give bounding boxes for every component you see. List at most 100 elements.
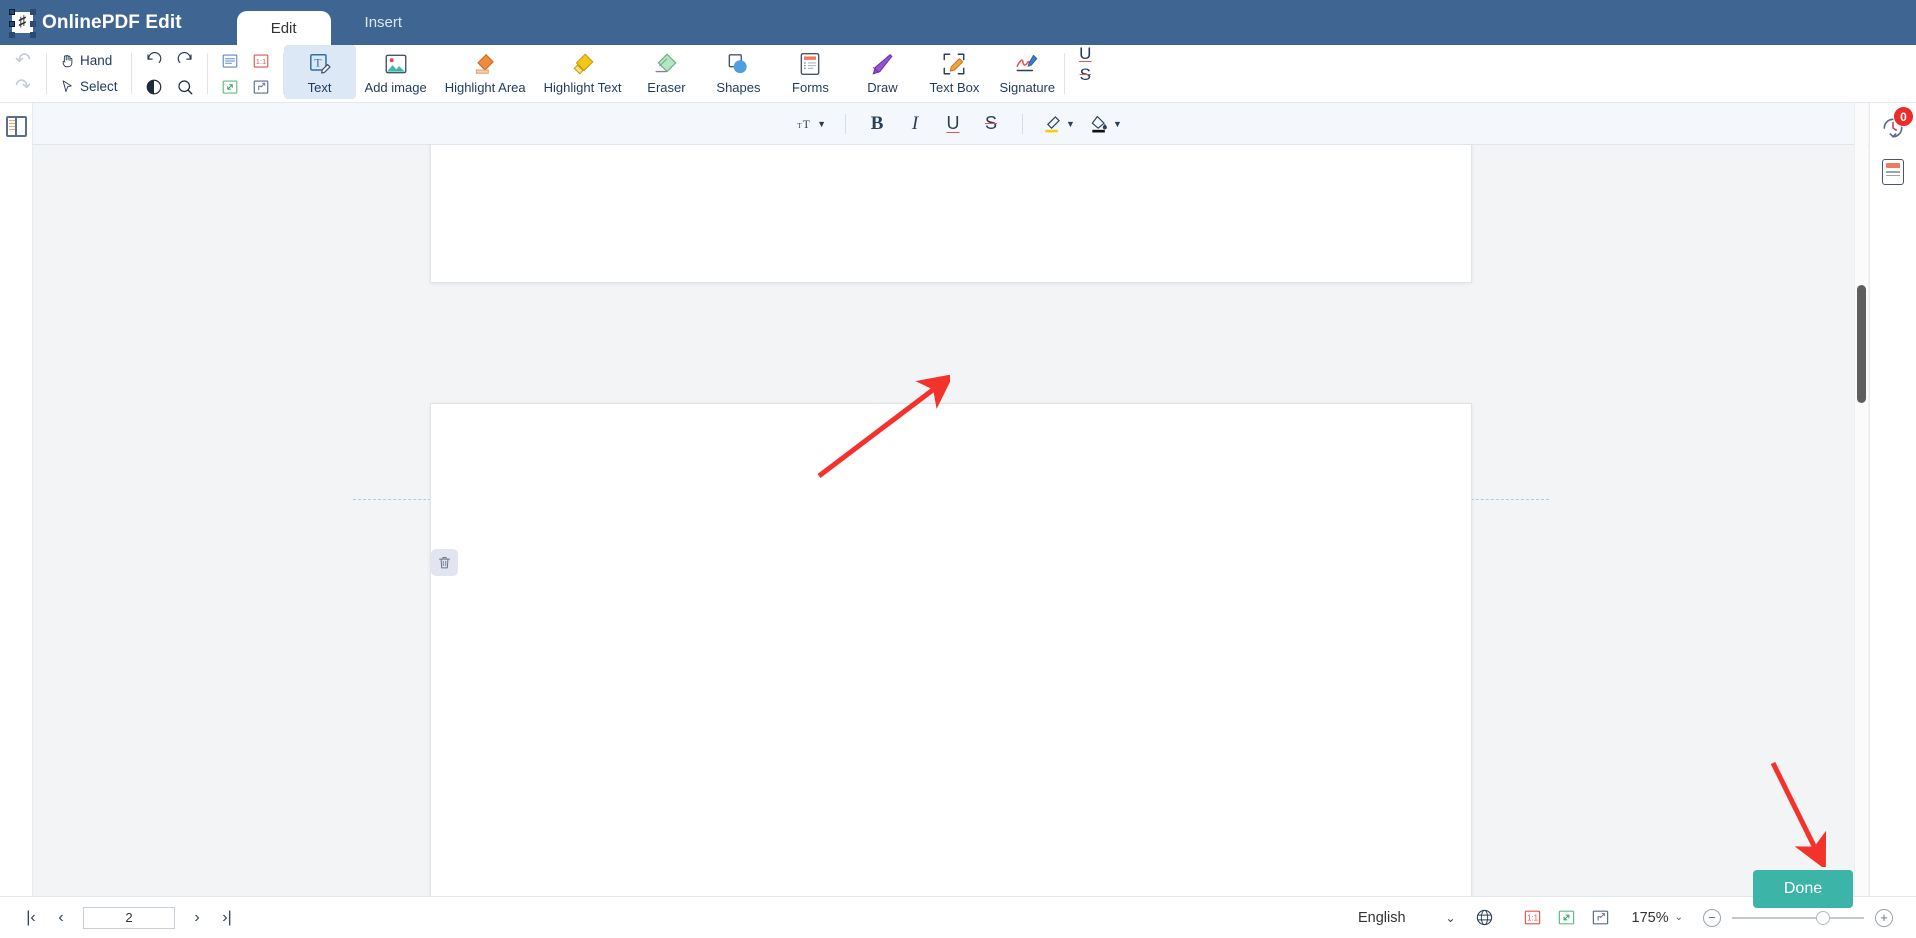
tool-signature-label: Signature [999, 80, 1055, 95]
font-size-button[interactable]: T T ▼ [789, 110, 831, 138]
select-tool-button[interactable]: Select [57, 78, 121, 95]
rotate-right-icon[interactable] [173, 49, 197, 73]
fit-page-icon[interactable] [218, 49, 242, 73]
tool-highlight-text[interactable]: Highlight Text [535, 45, 631, 99]
tool-text[interactable]: T Text [284, 45, 356, 99]
zoom-chevron-down-icon[interactable]: ⌄ [1675, 912, 1683, 923]
divider [1022, 114, 1023, 134]
contrast-icon[interactable] [142, 75, 166, 99]
tool-signature[interactable]: Signature [990, 45, 1064, 99]
status-fit-width-icon[interactable] [1584, 905, 1618, 931]
tool-text-label: Text [308, 80, 332, 95]
document-canvas[interactable]: Insert page [33, 145, 1869, 896]
tool-draw[interactable]: Draw [846, 45, 918, 99]
zoom-slider-handle[interactable] [1816, 911, 1830, 925]
status-actual-size-icon[interactable]: 1:1 [1516, 905, 1550, 931]
hand-tool-label: Hand [80, 53, 112, 68]
svg-text:1:1: 1:1 [255, 57, 265, 66]
last-page-button[interactable]: ›| [219, 909, 235, 927]
zoom-level-label[interactable]: 175% [1632, 910, 1669, 926]
tab-edit[interactable]: Edit [237, 11, 331, 45]
first-page-button[interactable]: |‹ [23, 909, 39, 927]
expand-icon[interactable] [218, 75, 242, 99]
app-title: OnlinePDF Edit [42, 12, 182, 34]
tab-bar: Edit Insert [237, 0, 436, 45]
chevron-down-icon: ▼ [817, 119, 826, 129]
page-navigation: |‹ ‹ › ›| [0, 907, 235, 929]
fit-width-icon[interactable] [249, 75, 273, 99]
pdf-page-2[interactable] [431, 404, 1471, 896]
tool-shapes-label: Shapes [716, 80, 760, 95]
language-chevron-down-icon[interactable]: ⌄ [1434, 905, 1468, 931]
underline-button[interactable]: U [1079, 45, 1091, 62]
history-group: ↶ ↷ [0, 45, 46, 102]
svg-text:T: T [797, 122, 802, 130]
text-highlight-color-icon [1042, 114, 1062, 134]
view-group [132, 45, 207, 102]
globe-icon[interactable] [1468, 905, 1502, 931]
text-tool-icon: T [307, 51, 333, 77]
tool-eraser-label: Eraser [647, 80, 685, 95]
actual-size-icon[interactable]: 1:1 [249, 49, 273, 73]
eraser-icon [653, 51, 679, 77]
fill-color-button[interactable]: ▼ [1084, 110, 1127, 138]
history-badge: 0 [1893, 106, 1914, 127]
tool-highlight-text-label: Highlight Text [544, 80, 622, 95]
pointer-group: Hand Select [47, 45, 131, 102]
rotate-left-icon[interactable] [142, 49, 166, 73]
zoom-slider-track [1732, 917, 1864, 919]
redo-icon[interactable]: ↷ [10, 75, 36, 98]
chevron-down-icon: ▼ [1113, 119, 1122, 129]
text-highlight-color-button[interactable]: ▼ [1037, 110, 1080, 138]
brand: ♯ OnlinePDF Edit [0, 0, 182, 45]
pdf-logo-icon: ♯ [12, 12, 33, 33]
forms-panel-button[interactable] [1877, 156, 1909, 188]
bold-button[interactable]: B [860, 110, 894, 138]
delete-page-button[interactable] [431, 549, 458, 576]
thumbnail-panel-toggle[interactable] [6, 116, 27, 137]
fit-group: 1:1 [208, 45, 283, 102]
pdf-page-1[interactable] [431, 145, 1471, 282]
language-label: English [1358, 910, 1406, 926]
tool-add-image[interactable]: Add image [356, 45, 436, 99]
highlight-text-icon [570, 51, 596, 77]
shapes-icon [725, 51, 751, 77]
hand-tool-button[interactable]: Hand [57, 52, 115, 69]
underline-button[interactable]: U [936, 110, 970, 138]
zoom-in-button[interactable]: + [1875, 909, 1893, 927]
hand-icon [60, 53, 75, 68]
scrollbar-thumb[interactable] [1857, 285, 1866, 403]
tool-text-box[interactable]: Text Box [918, 45, 990, 99]
tool-shapes[interactable]: Shapes [702, 45, 774, 99]
version-history-button[interactable]: 0 [1877, 112, 1909, 144]
tool-highlight-area-label: Highlight Area [445, 80, 526, 95]
vertical-scrollbar[interactable] [1854, 103, 1868, 896]
status-bar-right: English ⌄ 1:1 [1358, 905, 1916, 931]
prev-page-button[interactable]: ‹ [53, 909, 69, 927]
tool-text-box-label: Text Box [930, 80, 980, 95]
tool-eraser[interactable]: Eraser [630, 45, 702, 99]
status-expand-icon[interactable] [1550, 905, 1584, 931]
font-size-icon: T T [794, 115, 813, 132]
next-page-button[interactable]: › [189, 909, 205, 927]
done-button[interactable]: Done [1753, 870, 1853, 908]
forms-icon [797, 51, 823, 77]
left-rail [0, 103, 33, 896]
page-number-input[interactable] [83, 907, 175, 929]
undo-icon[interactable]: ↶ [10, 49, 36, 72]
svg-text:T: T [803, 118, 810, 131]
strikethrough-button[interactable]: S [1080, 66, 1091, 83]
draw-icon [869, 51, 895, 77]
right-rail: 0 [1869, 103, 1916, 896]
tab-insert[interactable]: Insert [331, 0, 437, 45]
italic-button[interactable]: I [898, 110, 932, 138]
svg-text:T: T [314, 55, 322, 69]
strikethrough-button[interactable]: S [974, 110, 1008, 138]
tool-forms[interactable]: Forms [774, 45, 846, 99]
zoom-out-button[interactable]: − [1703, 909, 1721, 927]
trash-icon [437, 555, 452, 570]
magnifier-icon[interactable] [173, 75, 197, 99]
zoom-slider[interactable] [1732, 910, 1864, 926]
tool-highlight-area[interactable]: Highlight Area [436, 45, 535, 99]
svg-text:1:1: 1:1 [1527, 914, 1539, 923]
